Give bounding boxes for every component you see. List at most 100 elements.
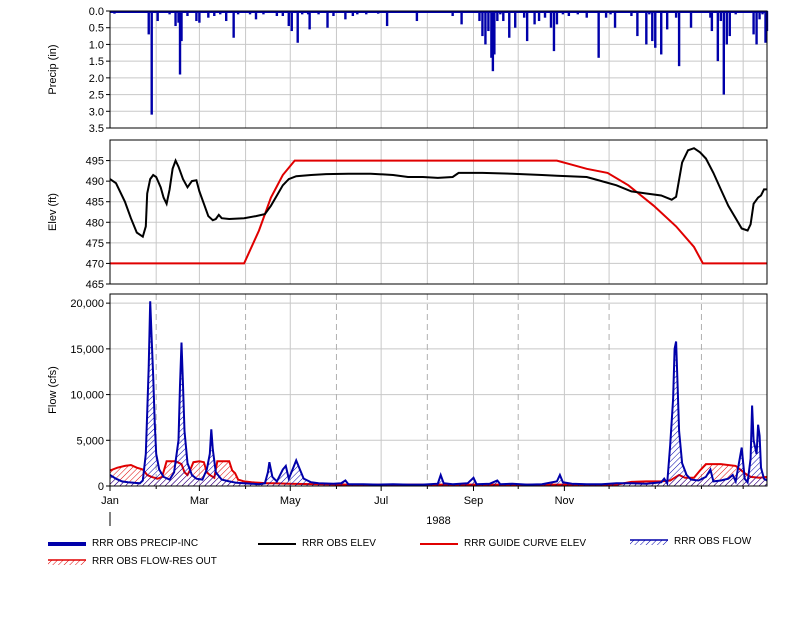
legend-label-precip: RRR OBS PRECIP-INC: [92, 538, 199, 549]
precip-plot-bg: [110, 11, 767, 128]
precip-bar: [609, 11, 612, 15]
precip-bar: [174, 11, 177, 27]
legend-item-precip: RRR OBS PRECIP-INC: [48, 538, 198, 549]
precip-bar: [225, 11, 228, 22]
precip-bar: [710, 11, 714, 32]
precip-bar: [460, 11, 463, 25]
precip-bar: [493, 11, 496, 55]
precip-ytick-label: 2.0: [89, 73, 104, 85]
elev-ytick-label: 480: [86, 217, 104, 229]
precip-bar: [758, 11, 761, 20]
precip-bar: [719, 11, 723, 22]
precip-bar: [356, 11, 359, 15]
precip-bar: [502, 11, 505, 22]
flow-ytick-label: 15,000: [70, 344, 104, 356]
precip-bar: [287, 11, 290, 27]
precip-bar: [665, 11, 669, 30]
precip-bar: [752, 11, 755, 35]
flow-ylabel: Flow (cfs): [47, 366, 59, 414]
precip-bar: [180, 11, 183, 42]
precip-bar: [147, 11, 150, 35]
flow-ytick-label: 10,000: [70, 390, 104, 402]
precip-bar: [537, 11, 541, 22]
precip-panel: 0.0 0.5 1.0 1.5 2.0 2.5 3.0 3.5 Precip (in): [47, 6, 769, 135]
chart-svg: 0.00.51.01.52.02.53.03.5Precip (in) 4654…: [47, 6, 769, 527]
precip-ytick-label: 0.5: [89, 23, 104, 35]
precip-bar: [555, 11, 559, 25]
flow-xtick-label: Nov: [555, 495, 575, 507]
precip-bar: [722, 11, 725, 95]
precip-bar: [755, 11, 758, 45]
precip-bar: [213, 11, 216, 17]
legend-label-elev: RRR OBS ELEV: [302, 538, 376, 549]
precip-ytick-label: 0.0: [89, 6, 104, 18]
precip-bar: [168, 11, 171, 15]
elev-panel: 465 470 475 480 485 490 495 Elev (ft): [47, 139, 768, 291]
precip-ytick-label: 2.5: [89, 90, 104, 102]
flow-xtick-label: May: [280, 495, 301, 507]
precip-ytick-label: 3.0: [89, 106, 104, 118]
legend-swatch-elev: [258, 542, 296, 545]
legend-label-flow: RRR OBS FLOW: [674, 536, 752, 547]
precip-bar: [219, 11, 222, 15]
precip-bar: [499, 11, 502, 15]
legend-label-guide: RRR GUIDE CURVE ELEV: [464, 538, 587, 549]
precip-bar: [236, 11, 240, 15]
precip-bar: [248, 11, 252, 15]
legend-label-resout: RRR OBS FLOW-RES OUT: [92, 556, 217, 567]
precip-bar: [734, 11, 737, 15]
flow-xtick-label: Mar: [190, 495, 209, 507]
precip-bar: [725, 11, 728, 45]
precip-bar: [636, 11, 639, 37]
precip-bar: [543, 11, 547, 18]
legend-item-elev: RRR OBS ELEV: [258, 538, 376, 549]
precip-bar: [576, 11, 579, 15]
precip-bar: [674, 11, 678, 18]
elev-ytick-label: 470: [86, 258, 104, 270]
flow-xtick-label: Jul: [374, 495, 388, 507]
precip-bar: [561, 11, 565, 15]
precip-ytick-label: 3.5: [89, 123, 104, 135]
elev-ytick-label: 485: [86, 197, 104, 209]
precip-ytick-label: 1.5: [89, 56, 104, 68]
precip-bar: [281, 11, 285, 17]
precip-bar: [514, 11, 517, 28]
precip-bar: [296, 11, 299, 43]
precip-bar: [597, 11, 600, 58]
precip-bar: [481, 11, 484, 37]
precip-bar: [254, 11, 258, 20]
precip-bar: [156, 11, 159, 22]
precip-bar: [630, 11, 633, 17]
legend-swatch-resout: [48, 558, 86, 565]
precip-bar: [365, 11, 368, 15]
precip-bar: [533, 11, 536, 25]
precip-bar: [415, 11, 419, 22]
legend-swatch-precip: [48, 541, 86, 546]
precip-bar: [484, 11, 487, 45]
elev-ylabel: Elev (ft): [47, 193, 59, 231]
legend-swatch-flow: [630, 538, 668, 545]
precip-bar: [654, 11, 657, 48]
precip-bar: [451, 11, 454, 17]
precip-bar: [207, 11, 210, 18]
flow-xtick-label: Jan: [101, 495, 119, 507]
flow-ytick-label: 0: [98, 481, 104, 493]
elev-ytick-label: 490: [86, 176, 104, 188]
legend-swatch-guide: [420, 542, 458, 545]
precip-bar: [716, 11, 720, 62]
precip-bar: [761, 11, 764, 15]
elev-ytick-label: 495: [86, 156, 104, 168]
precip-bar: [195, 11, 198, 22]
precip-bar: [508, 11, 511, 38]
precip-bar: [198, 11, 201, 23]
precip-bar: [150, 11, 153, 115]
precip-ylabel: Precip (in): [47, 44, 59, 94]
legend: RRR OBS PRECIP-INC RRR OBS ELEV RRR GUID…: [0, 530, 800, 590]
precip-bar: [186, 11, 189, 17]
precip-bar: [660, 11, 663, 55]
precip-bar: [496, 11, 499, 22]
precip-bar: [290, 11, 293, 32]
precip-bar: [232, 11, 235, 38]
precip-bar: [567, 11, 571, 17]
flow-panel: 0 5,000 10,000 15,000 20,000 Flow (cfs) Jan Mar…: [47, 293, 768, 527]
